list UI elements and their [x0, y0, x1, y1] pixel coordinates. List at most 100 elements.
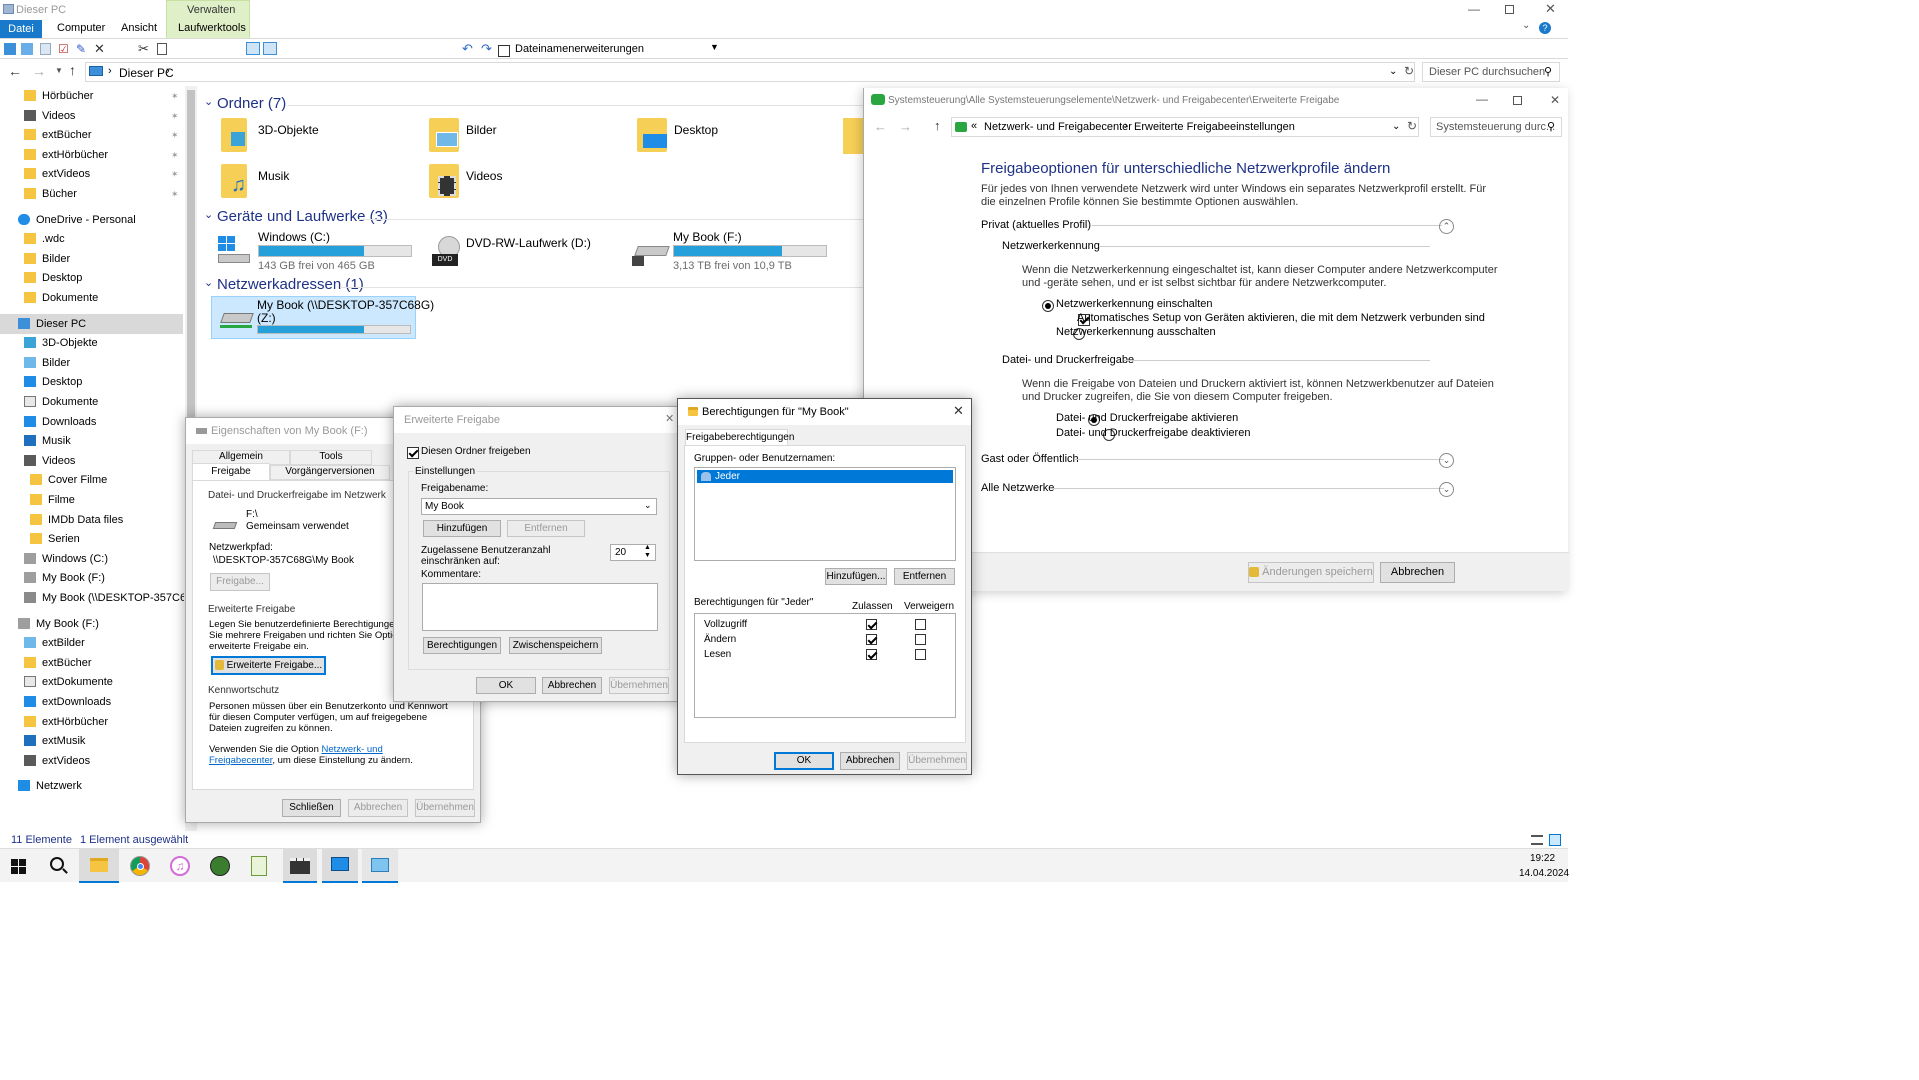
cp-crumb-1[interactable]: Netzwerk- und Freigabecenter	[984, 121, 1132, 133]
deny-checkbox[interactable]	[915, 634, 926, 645]
allow-checkbox[interactable]	[866, 649, 877, 660]
refresh-icon[interactable]: ↻	[1404, 64, 1414, 78]
adv-apply-button[interactable]: Übernehmen	[609, 677, 669, 694]
nav-item[interactable]: Desktop	[0, 372, 183, 392]
details-view-icon[interactable]	[1531, 835, 1543, 845]
back-icon[interactable]: ←	[8, 63, 22, 79]
nav-item[interactable]: My Book (F:)	[0, 614, 183, 634]
cp-crumb-2[interactable]: Erweiterte Freigabeeinstellungen	[1134, 121, 1295, 133]
cp-back-icon[interactable]: ←	[874, 119, 887, 134]
nav-item[interactable]: My Book (F:)	[0, 568, 183, 588]
folder-item-3d[interactable]: 3D-Objekte	[218, 116, 418, 156]
address-bar[interactable]: › Dieser PC › ⌄ ↻	[85, 62, 1415, 82]
share-folder-label[interactable]: Diesen Ordner freigeben	[421, 446, 531, 457]
start-windows-icon[interactable]	[11, 859, 26, 874]
ribbon-tab-laufwerktools[interactable]: Laufwerktools	[178, 22, 246, 34]
cp-up-icon[interactable]: ↑	[934, 118, 941, 133]
cp-search-box[interactable]: Systemsteuerung durc... ⚲	[1430, 117, 1562, 137]
drive-item-c[interactable]: Windows (C:) 143 GB frei von 465 GB	[212, 228, 422, 272]
toolbar-layout-icon[interactable]	[246, 42, 260, 55]
props-tab-vorgaenger[interactable]: Vorgängerversionen	[270, 465, 390, 480]
groups-listbox[interactable]: Jeder	[694, 467, 956, 561]
nd-auto-label[interactable]: Automatisches Setup von Geräten aktivier…	[1077, 312, 1485, 324]
fs-off-label[interactable]: Datei- und Druckerfreigabe deaktivieren	[1056, 427, 1250, 439]
nav-item[interactable]: extBilder	[0, 633, 183, 653]
nav-item[interactable]: Windows (C:)	[0, 549, 183, 569]
nav-item[interactable]: extDownloads	[0, 692, 183, 712]
toolbar-rename-icon[interactable]: ✎	[76, 42, 86, 56]
perm-add-button[interactable]: Hinzufügen...	[825, 568, 887, 585]
drives-group-header[interactable]: Geräte und Laufwerke (3)	[217, 208, 388, 225]
guest-profile-header[interactable]: Gast oder Öffentlich	[981, 453, 1079, 465]
folders-chevron-icon[interactable]: ⌄	[204, 95, 213, 108]
toolbar-cut-icon[interactable]: ✂	[138, 41, 149, 57]
itunes-taskbar-icon[interactable]: ♫	[170, 856, 190, 876]
restore-icon[interactable]	[1505, 5, 1514, 14]
cp-maximize-icon[interactable]	[1513, 96, 1522, 105]
nav-item[interactable]: Bilder	[0, 249, 183, 269]
adv-add-button[interactable]: Hinzufügen	[423, 520, 501, 537]
guest-expand-icon[interactable]: ⌄	[1439, 453, 1454, 468]
minimize-icon[interactable]: —	[1468, 2, 1480, 16]
nav-item[interactable]: Dieser PC	[0, 313, 183, 334]
up-icon[interactable]: ↑	[69, 62, 76, 78]
search-box[interactable]: Dieser PC durchsuchen ⚲	[1422, 62, 1560, 82]
nav-item[interactable]: My Book (\\DESKTOP-357C68G) (Z:)	[0, 588, 184, 608]
drive-item-f[interactable]: My Book (F:) 3,13 TB frei von 10,9 TB	[628, 228, 838, 272]
nav-item[interactable]: Desktop	[0, 268, 183, 288]
cp-minimize-icon[interactable]: —	[1476, 92, 1488, 106]
private-profile-header[interactable]: Privat (aktuelles Profil)	[981, 219, 1091, 231]
perm-remove-button[interactable]: Entfernen	[894, 568, 955, 585]
recent-dropdown-icon[interactable]: ▼	[55, 66, 63, 75]
nd-on-label[interactable]: Netzwerkerkennung einschalten	[1056, 298, 1213, 310]
cp-address-bar[interactable]: « Netzwerk- und Freigabecenter › Erweite…	[951, 117, 1419, 137]
folder-item-partial[interactable]	[843, 118, 864, 154]
deny-checkbox[interactable]	[915, 619, 926, 630]
all-networks-header[interactable]: Alle Netzwerke	[981, 482, 1054, 494]
toolbar-dropdown-icon[interactable]: ▼	[710, 42, 719, 52]
tiles-view-icon[interactable]	[1549, 834, 1561, 846]
nav-item[interactable]: Hörbücher ✶	[0, 86, 183, 106]
nav-item[interactable]: Musik	[0, 431, 183, 451]
adv-cancel-button[interactable]: Abbrechen	[542, 677, 602, 694]
nav-item[interactable]: extDokumente	[0, 672, 183, 692]
nav-item[interactable]: 3D-Objekte	[0, 333, 183, 353]
clock-date[interactable]: 14.04.2024	[1519, 868, 1569, 879]
toolbar-check-icon[interactable]: ☑	[58, 42, 69, 56]
nav-item[interactable]: Serien	[0, 529, 183, 549]
toolbar-icon-1[interactable]	[4, 43, 16, 55]
nav-item[interactable]: Videos	[0, 451, 183, 471]
clock-time[interactable]: 19:22	[1530, 853, 1555, 864]
advanced-sharing-button[interactable]: Erweiterte Freigabe...	[211, 656, 326, 675]
help-icon[interactable]: ?	[1539, 22, 1551, 34]
private-collapse-icon[interactable]: ⌃	[1439, 219, 1454, 234]
ribbon-expand-icon[interactable]: ⌄	[1522, 20, 1530, 31]
toolbar-icon-3[interactable]	[40, 43, 51, 55]
share-name-select[interactable]: My Book ⌄	[421, 498, 657, 515]
perm-cancel-button[interactable]: Abbrechen	[840, 752, 900, 770]
cp-refresh-icon[interactable]: ↻	[1407, 119, 1417, 133]
props-close-button[interactable]: Schließen	[282, 799, 341, 817]
comments-textarea[interactable]	[422, 583, 658, 631]
user-limit-spinner[interactable]: 20 ▲ ▼	[610, 544, 656, 561]
nav-item[interactable]: extMusik	[0, 731, 183, 751]
nav-item[interactable]: extBücher ✶	[0, 125, 183, 145]
nav-item[interactable]: extHörbücher ✶	[0, 145, 183, 165]
adv-ok-button[interactable]: OK	[476, 677, 536, 694]
network-group-header[interactable]: Netzwerkadressen (1)	[217, 276, 364, 293]
toolbar-delete-icon[interactable]: ✕	[94, 41, 105, 57]
nav-item[interactable]: extHörbücher	[0, 712, 183, 732]
toolbar-copy-icon[interactable]	[157, 43, 167, 55]
chrome-taskbar-icon[interactable]	[130, 856, 150, 876]
nav-item[interactable]: Bücher ✶	[0, 184, 183, 204]
user-row-jeder[interactable]: Jeder	[697, 470, 953, 483]
folders-group-header[interactable]: Ordner (7)	[217, 95, 286, 112]
fs-on-label[interactable]: Datei- und Druckerfreigabe aktivieren	[1056, 412, 1238, 424]
nav-item[interactable]: extVideos ✶	[0, 164, 183, 184]
nav-item[interactable]: Filme	[0, 490, 183, 510]
nav-item[interactable]: IMDb Data files	[0, 510, 183, 530]
nd-off-label[interactable]: Netzwerkerkennung ausschalten	[1056, 326, 1216, 338]
deny-checkbox[interactable]	[915, 649, 926, 660]
drives-chevron-icon[interactable]: ⌄	[204, 208, 213, 221]
props-share-button[interactable]: Freigabe...	[210, 573, 270, 591]
